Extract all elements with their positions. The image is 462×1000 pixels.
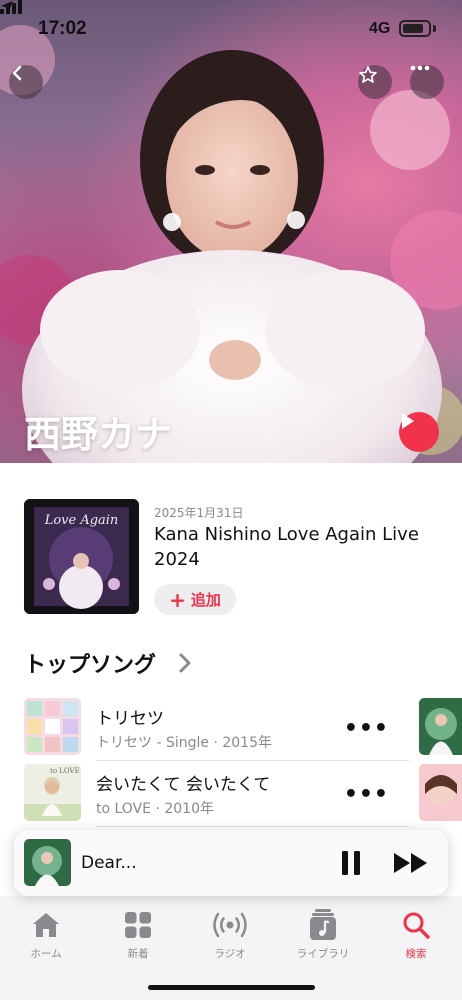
latest-release-cover[interactable]: Love Again: [24, 499, 139, 614]
song-title: 会いたくて 会いたくて: [96, 775, 271, 795]
tab-new[interactable]: 新着: [98, 908, 178, 961]
add-to-library-button[interactable]: + 追加: [154, 584, 236, 615]
favorite-button[interactable]: [358, 65, 392, 99]
next-column-artwork[interactable]: [419, 698, 462, 755]
plus-icon: +: [169, 587, 186, 612]
song-row[interactable]: to LOVE 会いたくて 会いたくて to LOVE · 2010年 •••: [24, 764, 409, 822]
search-icon: [403, 912, 430, 939]
song-more-button[interactable]: •••: [344, 716, 389, 741]
tab-label: 新着: [127, 948, 149, 960]
tab-label: ホーム: [30, 948, 62, 960]
artist-name: 西野カナ: [24, 413, 172, 456]
house-icon: [33, 913, 59, 937]
row-divider: [96, 826, 409, 827]
song-subtitle: トリセツ - Single · 2015年: [96, 735, 272, 751]
battery-icon: [399, 20, 431, 37]
next-column-artwork[interactable]: [419, 764, 462, 821]
home-indicator: [148, 985, 315, 990]
forward-icon[interactable]: [393, 851, 429, 875]
song-artwork: [24, 698, 81, 755]
tab-search[interactable]: 検索: [376, 908, 456, 961]
battery-level: [403, 24, 423, 33]
network-type: 4G: [369, 20, 391, 37]
radio-waves-icon: [213, 912, 247, 938]
ellipsis-icon: [410, 65, 430, 71]
tab-label: ライブラリ: [296, 948, 350, 960]
tab-radio[interactable]: ラジオ: [190, 908, 270, 961]
tab-library[interactable]: ライブラリ: [283, 908, 363, 961]
grid-icon: [125, 912, 151, 938]
play-icon: [402, 413, 414, 429]
battery-cap: [433, 25, 436, 32]
top-songs-title[interactable]: トップソング: [24, 647, 156, 679]
chevron-left-icon: [12, 65, 22, 81]
mini-player[interactable]: Dear...: [14, 830, 448, 896]
song-artwork-text: to LOVE: [50, 767, 80, 775]
status-time: 17:02: [38, 18, 87, 39]
status-bar: 17:02 4G: [0, 0, 462, 56]
release-title[interactable]: Kana Nishino Love Again Live 2024: [154, 522, 424, 572]
tab-label: ラジオ: [214, 948, 246, 960]
song-subtitle: to LOVE · 2010年: [96, 801, 214, 817]
song-more-button[interactable]: •••: [344, 782, 389, 807]
artist-photo: [0, 25, 462, 463]
song-title: トリセツ: [96, 709, 164, 729]
song-artwork: to LOVE: [24, 764, 81, 821]
add-label: 追加: [190, 591, 221, 609]
artist-hero-image: 17:02 4G 西野カナ: [0, 0, 462, 463]
tab-label: 検索: [405, 948, 427, 960]
more-options-button[interactable]: [410, 65, 444, 99]
music-note-icon: [310, 909, 336, 940]
play-artist-button[interactable]: [399, 412, 439, 452]
cellular-signal-icon: [0, 0, 22, 14]
row-divider: [96, 760, 409, 761]
pause-icon[interactable]: [340, 850, 362, 876]
star-icon: [359, 66, 377, 83]
tab-home[interactable]: ホーム: [6, 908, 86, 961]
now-playing-title: Dear...: [81, 853, 137, 873]
now-playing-artwork: [24, 839, 71, 886]
release-date: 2025年1月31日: [154, 506, 244, 520]
release-cover-text: Love Again: [44, 513, 119, 528]
chevron-right-icon[interactable]: [178, 652, 192, 674]
song-row[interactable]: トリセツ トリセツ - Single · 2015年 •••: [24, 698, 409, 756]
back-button[interactable]: [9, 65, 43, 99]
